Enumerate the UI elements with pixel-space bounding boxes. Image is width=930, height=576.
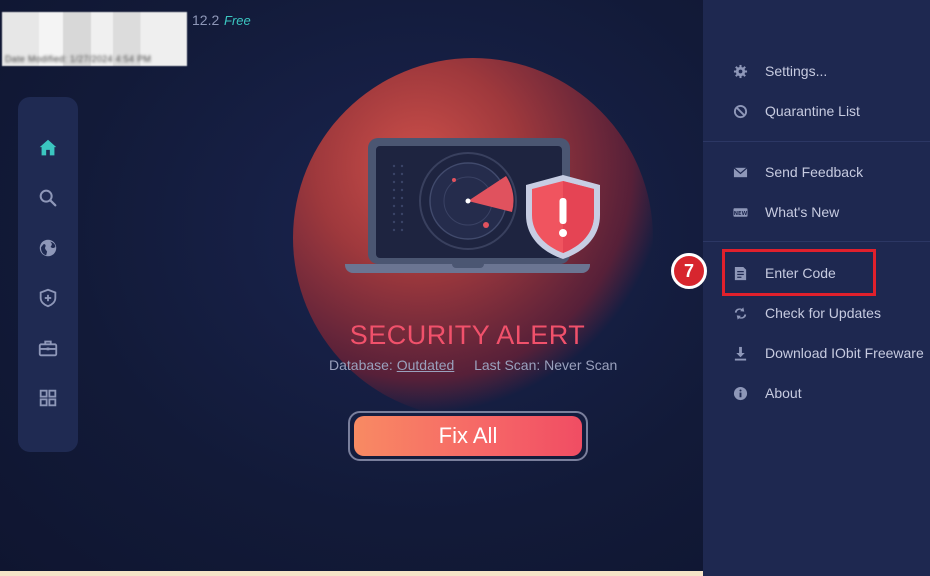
scan-status-line: Database: Outdated Last Scan: Never Scan <box>329 357 617 373</box>
step-number-badge: 7 <box>671 253 707 289</box>
main-area: 12.2 Free Date Modified: 1/27/2024 4:54 … <box>0 0 703 576</box>
menu-item-download-iobit-freeware[interactable]: Download IObit Freeware <box>703 338 930 368</box>
app-edition: Free <box>224 13 251 28</box>
menu-item-whats-new[interactable]: NEW What's New <box>703 197 930 227</box>
enter-code-highlight-box <box>722 249 876 296</box>
database-label: Database: <box>329 357 393 373</box>
nav-protection[interactable] <box>18 278 78 318</box>
menu-item-about[interactable]: About <box>703 378 930 408</box>
menu-item-check-for-updates[interactable]: Check for Updates <box>703 298 930 328</box>
shield-plus-icon <box>39 288 57 308</box>
database-status-link[interactable]: Outdated <box>397 357 455 373</box>
search-icon <box>39 189 57 207</box>
redacted-title-block: Date Modified: 1/27/2024 4:54 PM <box>2 12 187 66</box>
grid-icon <box>39 389 57 407</box>
nav-scan[interactable] <box>18 178 78 218</box>
menu-divider <box>703 141 930 142</box>
fix-all-button-frame: Fix All <box>348 411 588 461</box>
fix-all-button[interactable]: Fix All <box>354 416 582 456</box>
menu-item-label: What's New <box>765 204 840 220</box>
menu-item-label: Check for Updates <box>765 305 881 321</box>
menu-item-send-feedback[interactable]: Send Feedback <box>703 157 930 187</box>
menu-item-label: Settings... <box>765 63 828 79</box>
ban-icon <box>732 103 748 119</box>
home-icon <box>39 139 57 156</box>
redacted-date-line: Date Modified: 1/27/2024 4:54 PM <box>5 54 152 64</box>
menu-item-quarantine-list[interactable]: Quarantine List <box>703 96 930 126</box>
nav-more-tools[interactable] <box>18 378 78 418</box>
svg-text:NEW: NEW <box>733 210 747 216</box>
menu-item-label: About <box>765 385 802 401</box>
bottom-strip <box>0 571 703 576</box>
download-icon <box>732 345 748 361</box>
menu-item-label: Send Feedback <box>765 164 864 180</box>
side-nav <box>18 97 78 452</box>
app-version: 12.2 <box>192 12 220 28</box>
envelope-icon <box>732 164 748 180</box>
info-icon <box>732 385 748 401</box>
last-scan-label: Last Scan: <box>474 357 541 373</box>
nav-browser-protection[interactable] <box>18 228 78 268</box>
nav-home[interactable] <box>18 128 78 168</box>
menu-item-label: Download IObit Freeware <box>765 345 924 361</box>
menu-divider <box>703 241 930 242</box>
refresh-icon <box>732 305 748 321</box>
globe-icon <box>39 239 57 257</box>
laptop-notch <box>452 264 484 268</box>
menu-item-settings[interactable]: Settings... <box>703 56 930 86</box>
last-scan-value: Never Scan <box>544 357 618 373</box>
security-alert-title: SECURITY ALERT <box>349 320 586 350</box>
gear-icon <box>732 63 748 79</box>
new-badge-icon: NEW <box>732 204 748 220</box>
menu-item-label: Quarantine List <box>765 103 860 119</box>
warning-shield-icon <box>526 175 600 259</box>
